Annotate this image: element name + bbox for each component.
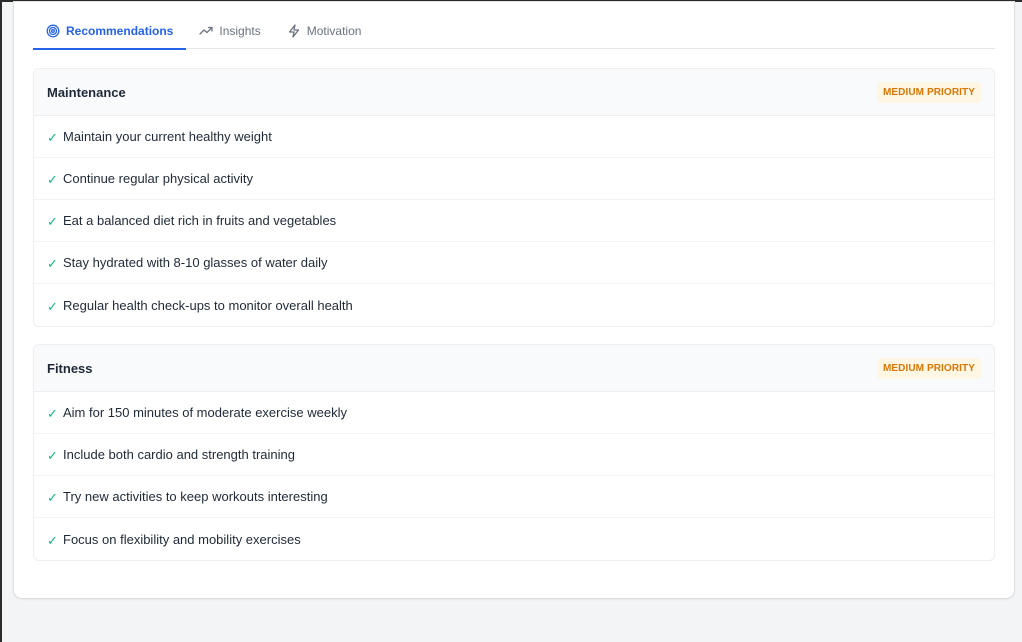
check-icon: ✓	[47, 406, 58, 421]
priority-badge: MEDIUM PRIORITY	[876, 357, 981, 379]
tab-recommendations[interactable]: Recommendations	[33, 16, 187, 50]
list-item: ✓ Aim for 150 minutes of moderate exerci…	[34, 392, 994, 434]
item-text: Stay hydrated with 8-10 glasses of water…	[63, 255, 328, 270]
list-item: ✓ Try new activities to keep workouts in…	[34, 476, 994, 518]
section-fitness: Fitness MEDIUM PRIORITY ✓ Aim for 150 mi…	[33, 344, 995, 561]
item-text: Regular health check-ups to monitor over…	[63, 297, 353, 313]
list-item: ✓ Stay hydrated with 8-10 glasses of wat…	[34, 242, 994, 284]
recommendations-card: Recommendations Insights Motivation Main…	[14, 2, 1014, 598]
list-item: ✓ Continue regular physical activity	[34, 158, 994, 200]
tab-bar: Recommendations Insights Motivation	[33, 16, 995, 50]
check-icon: ✓	[47, 172, 58, 187]
section-title: Fitness	[47, 360, 93, 376]
target-icon	[46, 24, 60, 38]
tab-insights[interactable]: Insights	[186, 16, 273, 49]
lightning-icon	[287, 23, 301, 38]
item-text: Aim for 150 minutes of moderate exercise…	[63, 405, 347, 420]
check-icon: ✓	[47, 298, 58, 314]
tab-motivation[interactable]: Motivation	[274, 16, 375, 49]
section-header: Maintenance MEDIUM PRIORITY	[34, 69, 994, 116]
check-icon: ✓	[47, 130, 58, 145]
list-item: ✓ Regular health check-ups to monitor ov…	[34, 284, 994, 326]
list-item: ✓ Include both cardio and strength train…	[34, 434, 994, 476]
check-icon: ✓	[47, 214, 58, 229]
section-header: Fitness MEDIUM PRIORITY	[34, 345, 994, 392]
item-text: Eat a balanced diet rich in fruits and v…	[63, 213, 337, 228]
list-item: ✓ Focus on flexibility and mobility exer…	[34, 518, 994, 560]
item-text: Maintain your current healthy weight	[63, 129, 272, 144]
check-icon: ✓	[47, 256, 58, 271]
tab-label: Recommendations	[66, 23, 174, 38]
tab-label: Motivation	[306, 23, 362, 38]
list-item: ✓ Eat a balanced diet rich in fruits and…	[34, 200, 994, 242]
item-text: Focus on flexibility and mobility exerci…	[63, 531, 301, 547]
section-maintenance: Maintenance MEDIUM PRIORITY ✓ Maintain y…	[33, 68, 995, 327]
priority-badge: MEDIUM PRIORITY	[876, 81, 981, 103]
item-text: Include both cardio and strength trainin…	[63, 447, 295, 462]
item-text: Continue regular physical activity	[63, 171, 254, 186]
section-title: Maintenance	[47, 84, 126, 100]
check-icon: ✓	[47, 490, 58, 505]
trending-up-icon	[199, 24, 214, 38]
list-item: ✓ Maintain your current healthy weight	[34, 116, 994, 158]
item-text: Try new activities to keep workouts inte…	[63, 489, 328, 504]
check-icon: ✓	[47, 532, 58, 548]
tab-label: Insights	[219, 23, 261, 38]
check-icon: ✓	[47, 448, 58, 463]
